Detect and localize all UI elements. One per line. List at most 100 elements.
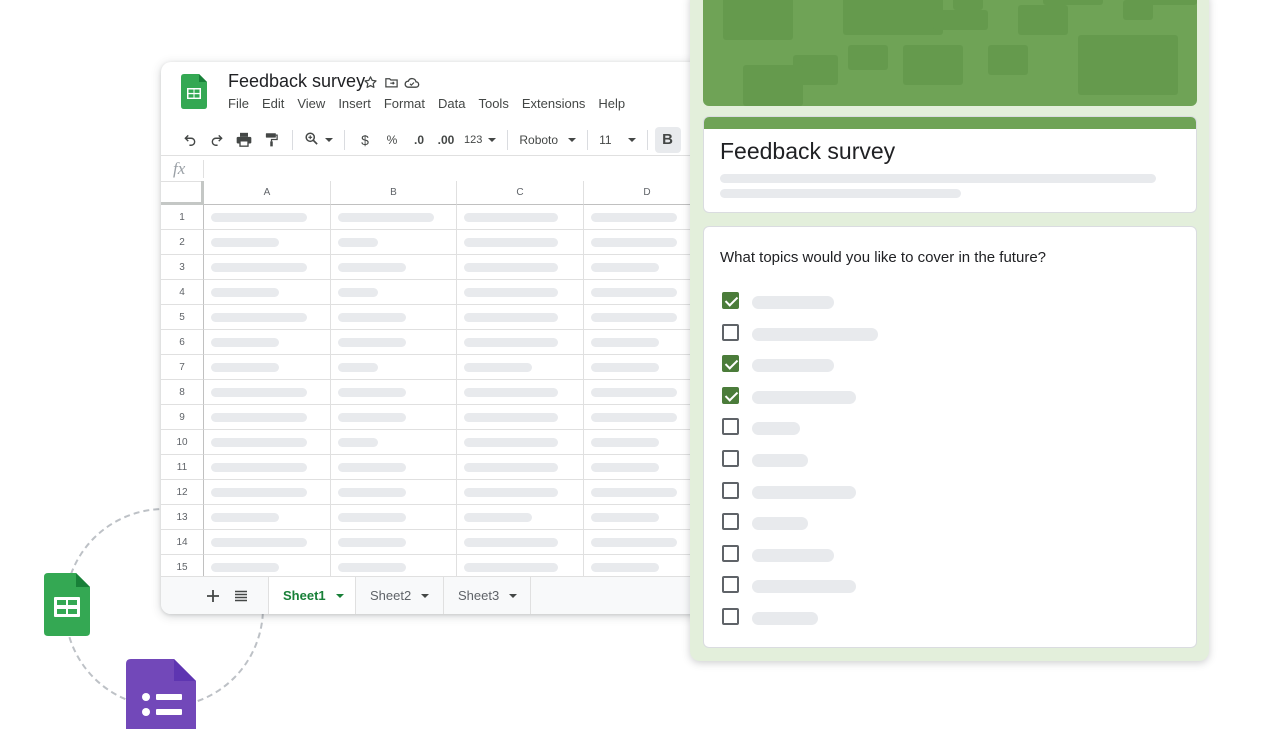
checkbox-unchecked[interactable]	[722, 545, 739, 562]
bold-button[interactable]: B	[655, 127, 681, 153]
grid-cell[interactable]	[331, 455, 457, 480]
grid-cell[interactable]	[457, 430, 584, 455]
row-header[interactable]: 10	[161, 430, 204, 455]
grid-cell[interactable]	[331, 230, 457, 255]
grid-cell[interactable]	[204, 255, 331, 280]
grid-cell[interactable]	[331, 280, 457, 305]
grid-cell[interactable]	[457, 505, 584, 530]
grid-cell[interactable]	[204, 305, 331, 330]
font-size-dropdown[interactable]: 11	[595, 127, 639, 153]
grid-cell[interactable]	[457, 305, 584, 330]
grid-cell[interactable]	[204, 405, 331, 430]
grid-cell[interactable]	[331, 205, 457, 230]
checkbox-unchecked[interactable]	[722, 513, 739, 530]
grid-cell[interactable]	[331, 330, 457, 355]
grid-cell[interactable]	[457, 480, 584, 505]
grid-cell[interactable]	[204, 230, 331, 255]
grid-cell[interactable]	[331, 430, 457, 455]
grid-cell[interactable]	[331, 255, 457, 280]
grid-cell[interactable]	[331, 530, 457, 555]
grid-cell[interactable]	[331, 355, 457, 380]
move-icon[interactable]	[382, 73, 400, 91]
sheets-doc-icon[interactable]	[181, 74, 207, 114]
grid-cell[interactable]	[457, 205, 584, 230]
tab-sheet2[interactable]: Sheet2	[356, 577, 444, 614]
grid-cell[interactable]	[331, 505, 457, 530]
grid-cell[interactable]	[457, 280, 584, 305]
menu-extensions[interactable]: Extensions	[522, 96, 586, 111]
grid-cell[interactable]	[204, 380, 331, 405]
grid-cell[interactable]	[331, 305, 457, 330]
checkbox-unchecked[interactable]	[722, 418, 739, 435]
increase-decimal-button[interactable]: .00	[433, 127, 459, 153]
row-header[interactable]: 7	[161, 355, 204, 380]
grid-cell[interactable]	[457, 330, 584, 355]
grid-cell[interactable]	[204, 430, 331, 455]
column-header[interactable]: B	[331, 181, 457, 205]
grid-cell[interactable]	[204, 505, 331, 530]
grid-cell[interactable]	[204, 205, 331, 230]
menu-data[interactable]: Data	[438, 96, 465, 111]
menu-view[interactable]: View	[297, 96, 325, 111]
grid-cell[interactable]	[457, 355, 584, 380]
grid-cell[interactable]	[204, 355, 331, 380]
checkbox-unchecked[interactable]	[722, 482, 739, 499]
checkbox-unchecked[interactable]	[722, 576, 739, 593]
grid-cell[interactable]	[457, 530, 584, 555]
menu-file[interactable]: File	[228, 96, 249, 111]
font-dropdown[interactable]: Roboto	[515, 127, 580, 153]
checkbox-unchecked[interactable]	[722, 450, 739, 467]
row-header[interactable]: 12	[161, 480, 204, 505]
grid-cell[interactable]	[331, 480, 457, 505]
row-header[interactable]: 6	[161, 330, 204, 355]
row-header[interactable]: 8	[161, 380, 204, 405]
row-header[interactable]: 11	[161, 455, 204, 480]
currency-button[interactable]: $	[352, 127, 378, 153]
document-title[interactable]: Feedback survey	[228, 71, 365, 92]
checkbox-unchecked[interactable]	[722, 608, 739, 625]
column-header[interactable]: C	[457, 181, 584, 205]
row-header[interactable]: 4	[161, 280, 204, 305]
column-header[interactable]: A	[204, 181, 331, 205]
row-header[interactable]: 3	[161, 255, 204, 280]
cloud-icon[interactable]	[403, 73, 421, 91]
grid-cell[interactable]	[204, 455, 331, 480]
tab-sheet1[interactable]: Sheet1	[268, 577, 356, 614]
grid-cell[interactable]	[331, 405, 457, 430]
menu-tools[interactable]: Tools	[478, 96, 508, 111]
zoom-dropdown[interactable]	[300, 127, 337, 153]
grid-cell[interactable]	[457, 230, 584, 255]
checkbox-checked[interactable]	[722, 292, 739, 309]
grid-cell[interactable]	[204, 530, 331, 555]
menu-insert[interactable]: Insert	[338, 96, 371, 111]
row-header[interactable]: 9	[161, 405, 204, 430]
all-sheets-icon[interactable]	[231, 586, 251, 606]
percent-button[interactable]: %	[379, 127, 405, 153]
checkbox-checked[interactable]	[722, 355, 739, 372]
grid-cell[interactable]	[457, 455, 584, 480]
grid-cell[interactable]	[204, 280, 331, 305]
grid-cell[interactable]	[204, 480, 331, 505]
menu-format[interactable]: Format	[384, 96, 425, 111]
row-header[interactable]: 2	[161, 230, 204, 255]
row-header[interactable]: 5	[161, 305, 204, 330]
checkbox-unchecked[interactable]	[722, 324, 739, 341]
menu-edit[interactable]: Edit	[262, 96, 284, 111]
menu-help[interactable]: Help	[598, 96, 625, 111]
undo-icon[interactable]	[177, 127, 203, 153]
grid-cell[interactable]	[457, 255, 584, 280]
checkbox-checked[interactable]	[722, 387, 739, 404]
print-icon[interactable]	[231, 127, 257, 153]
row-header[interactable]: 1	[161, 205, 204, 230]
decrease-decimal-button[interactable]: .0	[406, 127, 432, 153]
grid-cell[interactable]	[331, 380, 457, 405]
grid-cell[interactable]	[457, 405, 584, 430]
select-all-corner[interactable]	[161, 181, 204, 205]
grid-cell[interactable]	[204, 330, 331, 355]
number-format-dropdown[interactable]: 123	[460, 127, 500, 153]
grid-cell[interactable]	[457, 380, 584, 405]
add-sheet-icon[interactable]	[203, 586, 223, 606]
tab-sheet3[interactable]: Sheet3	[444, 577, 531, 614]
row-header[interactable]: 14	[161, 530, 204, 555]
star-icon[interactable]	[361, 73, 379, 91]
